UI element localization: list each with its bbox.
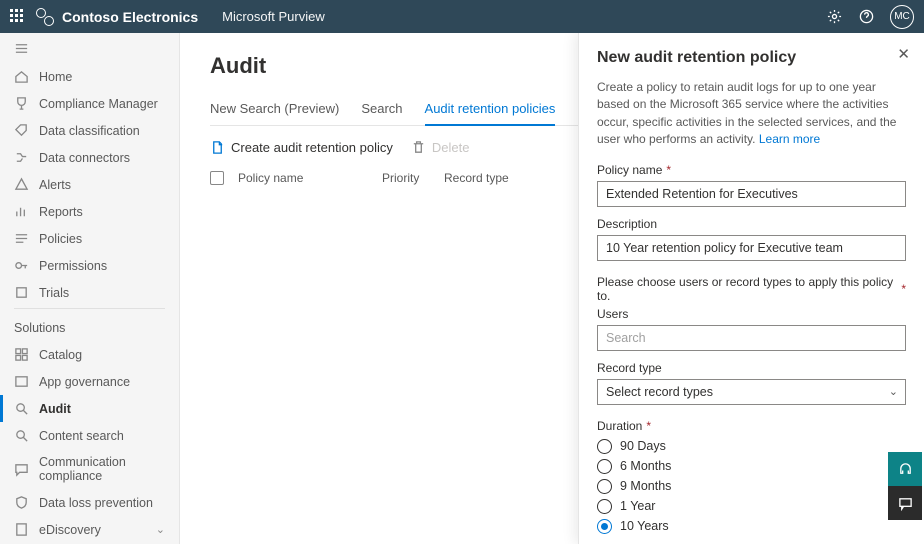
connector-icon — [14, 150, 29, 165]
nav-policies[interactable]: Policies — [0, 225, 179, 252]
nav-edisc[interactable]: eDiscovery ⌄ — [0, 516, 179, 543]
nav-catalog[interactable]: Catalog — [0, 341, 179, 368]
sidebar: Home Compliance Manager Data classificat… — [0, 33, 180, 544]
close-icon[interactable]: ✕ — [897, 45, 910, 63]
policies-icon — [14, 231, 29, 246]
waffle-icon[interactable] — [10, 9, 26, 25]
duration-10years[interactable]: 10 Years — [597, 519, 906, 534]
brand-logo-icon — [36, 8, 54, 26]
flyout-panel: ✕ New audit retention policy Create a po… — [578, 33, 924, 544]
policy-name-label: Policy name * — [597, 163, 906, 177]
nav-label: Permissions — [39, 259, 107, 273]
description-input[interactable] — [597, 235, 906, 261]
new-doc-icon — [210, 140, 225, 155]
trials-icon — [14, 285, 29, 300]
reports-icon — [14, 204, 29, 219]
col-priority[interactable]: Priority — [382, 171, 430, 185]
tab-retention-policies[interactable]: Audit retention policies — [425, 95, 556, 126]
app-header: Contoso Electronics Microsoft Purview MC — [0, 0, 924, 33]
settings-icon[interactable] — [826, 9, 842, 25]
alert-icon — [14, 177, 29, 192]
nav-label: Catalog — [39, 348, 82, 362]
nav-label: Communication compliance — [39, 455, 165, 483]
nav-label: Data classification — [39, 124, 140, 138]
learn-more-link[interactable]: Learn more — [759, 132, 820, 146]
nav-label: Trials — [39, 286, 69, 300]
search-icon — [14, 428, 29, 443]
nav-label: Data loss prevention — [39, 496, 153, 510]
nav-label: Reports — [39, 205, 83, 219]
nav-label: Policies — [39, 232, 82, 246]
main-content: Audit New Search (Preview) Search Audit … — [180, 33, 924, 544]
nav-trials[interactable]: Trials — [0, 279, 179, 306]
nav-dlp[interactable]: Data loss prevention — [0, 489, 179, 516]
duration-9months[interactable]: 9 Months — [597, 479, 906, 494]
chevron-down-icon: ⌄ — [156, 523, 165, 536]
users-input[interactable] — [597, 325, 906, 351]
nav-section-solutions: Solutions — [0, 311, 179, 341]
tab-search[interactable]: Search — [361, 95, 402, 125]
policy-name-input[interactable] — [597, 181, 906, 207]
nav-label: Home — [39, 70, 72, 84]
feedback-icon[interactable] — [888, 486, 922, 520]
nav-content[interactable]: Content search — [0, 422, 179, 449]
nav-label: App governance — [39, 375, 130, 389]
trash-icon — [411, 140, 426, 155]
trophy-icon — [14, 96, 29, 111]
delete-button: Delete — [411, 140, 470, 155]
nav-compliance[interactable]: Compliance Manager — [0, 90, 179, 117]
panel-title: New audit retention policy — [597, 49, 906, 67]
nav-comm[interactable]: Communication compliance — [0, 449, 179, 489]
panel-description: Create a policy to retain audit logs for… — [597, 79, 906, 149]
nav-label: Audit — [39, 402, 71, 416]
comm-icon — [14, 462, 29, 477]
product-name: Microsoft Purview — [222, 9, 325, 24]
col-policy-name[interactable]: Policy name — [238, 171, 368, 185]
catalog-icon — [14, 347, 29, 362]
dlp-icon — [14, 495, 29, 510]
nav-appgov[interactable]: App governance — [0, 368, 179, 395]
key-icon — [14, 258, 29, 273]
nav-audit[interactable]: Audit — [0, 395, 179, 422]
duration-1year[interactable]: 1 Year — [597, 499, 906, 514]
nav-label: Content search — [39, 429, 124, 443]
nav-permissions[interactable]: Permissions — [0, 252, 179, 279]
tag-icon — [14, 123, 29, 138]
duration-90days[interactable]: 90 Days — [597, 439, 906, 454]
nav-label: Compliance Manager — [39, 97, 158, 111]
duration-radio-group: 90 Days 6 Months 9 Months 1 Year 10 Year… — [597, 439, 906, 534]
nav-label: eDiscovery — [39, 523, 101, 537]
create-policy-button[interactable]: Create audit retention policy — [210, 140, 393, 155]
audit-icon — [14, 401, 29, 416]
nav-home[interactable]: Home — [0, 63, 179, 90]
users-label: Users — [597, 307, 906, 321]
help-icon[interactable] — [858, 9, 874, 25]
user-avatar[interactable]: MC — [890, 5, 914, 29]
nav-label: Data connectors — [39, 151, 130, 165]
floating-actions — [888, 452, 922, 520]
nav-reports[interactable]: Reports — [0, 198, 179, 225]
col-record-type[interactable]: Record type — [444, 171, 534, 185]
edisc-icon — [14, 522, 29, 537]
brand-name: Contoso Electronics — [62, 9, 198, 25]
nav-dataclass[interactable]: Data classification — [0, 117, 179, 144]
nav-label: Alerts — [39, 178, 71, 192]
record-type-select[interactable]: ⌄ — [597, 379, 906, 405]
duration-6months[interactable]: 6 Months — [597, 459, 906, 474]
select-all-checkbox[interactable] — [210, 171, 224, 185]
appgov-icon — [14, 374, 29, 389]
home-icon — [14, 69, 29, 84]
record-type-label: Record type — [597, 361, 906, 375]
tab-new-search[interactable]: New Search (Preview) — [210, 95, 339, 125]
nav-dataconn[interactable]: Data connectors — [0, 144, 179, 171]
apply-scope-label: Please choose users or record types to a… — [597, 275, 906, 303]
collapse-nav-icon[interactable] — [0, 37, 179, 63]
duration-label: Duration * — [597, 419, 906, 433]
headset-icon[interactable] — [888, 452, 922, 486]
description-label: Description — [597, 217, 906, 231]
nav-alerts[interactable]: Alerts — [0, 171, 179, 198]
